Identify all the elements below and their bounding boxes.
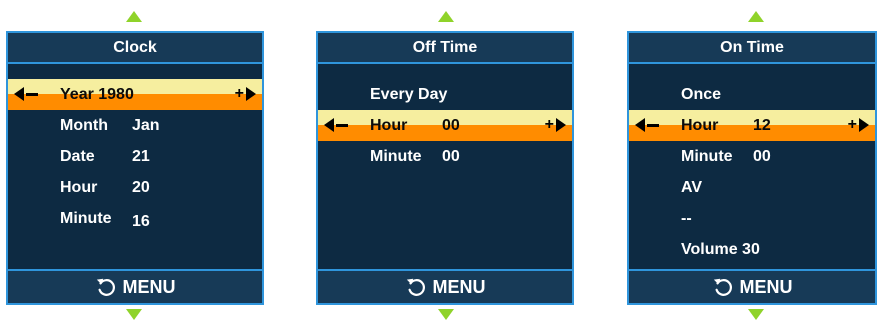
menu-row-label: Every Day xyxy=(370,86,448,103)
panel-title: On Time xyxy=(629,33,875,64)
menu-row-month[interactable]: Month Jan xyxy=(8,110,262,141)
menu-row-volume[interactable]: Volume 30 xyxy=(629,234,875,265)
menu-row-label: Once xyxy=(681,86,722,103)
menu-row-value: 00 xyxy=(442,148,460,165)
nav-up-icon[interactable] xyxy=(748,11,764,22)
minus-icon xyxy=(647,123,659,127)
menu-row-value: 21 xyxy=(132,148,150,165)
menu-row-channel[interactable]: -- xyxy=(629,203,875,234)
plus-icon: + xyxy=(847,116,857,133)
menu-row-label: Hour xyxy=(60,179,98,196)
menu-button[interactable]: MENU xyxy=(318,269,572,303)
decrease-control[interactable] xyxy=(635,118,659,132)
menu-row-hour[interactable]: Hour 00 + xyxy=(318,110,572,141)
menu-row-label: Minute xyxy=(370,148,422,165)
menu-label: MENU xyxy=(122,276,176,297)
menu-button[interactable]: MENU xyxy=(629,269,875,303)
menu-row-hour[interactable]: Hour 20 xyxy=(8,172,262,203)
menu-row-label: Month xyxy=(60,117,108,134)
minus-icon xyxy=(336,123,348,127)
arrow-right-icon xyxy=(859,118,869,132)
menu-row-date[interactable]: Date 21 xyxy=(8,141,262,172)
plus-icon: + xyxy=(544,116,554,133)
decrease-control[interactable] xyxy=(14,87,38,101)
arrow-right-icon xyxy=(246,87,256,101)
increase-control[interactable]: + xyxy=(544,116,566,133)
nav-down-icon[interactable] xyxy=(438,309,454,320)
increase-control[interactable]: + xyxy=(234,85,256,102)
menu-row-every-day[interactable]: Every Day xyxy=(318,79,572,110)
decrease-control[interactable] xyxy=(324,118,348,132)
menu-row-year[interactable]: Year 1980 + xyxy=(8,79,262,110)
return-icon xyxy=(96,278,115,296)
off-time-panel: Off Time Every Day Hour 00 + Minute 00 M… xyxy=(316,31,574,305)
menu-label: MENU xyxy=(432,276,486,297)
nav-up-icon[interactable] xyxy=(438,11,454,22)
menu-row-label: Date xyxy=(60,148,95,165)
return-icon xyxy=(406,278,425,296)
menu-row-value: 00 xyxy=(753,148,771,165)
menu-row-minute[interactable]: Minute 16 xyxy=(8,203,262,234)
clock-panel: Clock Year 1980 + Month Jan Date 21 Hour… xyxy=(6,31,264,305)
menu-row-label: Minute xyxy=(681,148,733,165)
increase-control[interactable]: + xyxy=(847,116,869,133)
menu-row-value: 00 xyxy=(442,117,460,134)
arrow-left-icon xyxy=(324,118,334,132)
menu-row-value: 12 xyxy=(753,117,771,134)
arrow-left-icon xyxy=(14,87,24,101)
menu-button[interactable]: MENU xyxy=(8,269,262,303)
menu-row-value: Jan xyxy=(132,117,160,134)
on-time-panel: On Time Once Hour 12 + Minute 00 AV -- V… xyxy=(627,31,877,305)
arrow-right-icon xyxy=(556,118,566,132)
menu-row-value: 16 xyxy=(132,213,150,230)
menu-row-label: Minute xyxy=(60,210,112,227)
arrow-left-icon xyxy=(635,118,645,132)
nav-down-icon[interactable] xyxy=(126,309,142,320)
plus-icon: + xyxy=(234,85,244,102)
nav-up-icon[interactable] xyxy=(126,11,142,22)
minus-icon xyxy=(26,92,38,96)
menu-row-minute[interactable]: Minute 00 xyxy=(629,141,875,172)
menu-row-label: Hour xyxy=(370,117,408,134)
panel-title: Clock xyxy=(8,33,262,64)
menu-row-av[interactable]: AV xyxy=(629,172,875,203)
menu-label: MENU xyxy=(739,276,793,297)
return-icon xyxy=(713,278,732,296)
menu-row-once[interactable]: Once xyxy=(629,79,875,110)
menu-row-hour[interactable]: Hour 12 + xyxy=(629,110,875,141)
menu-row-label: Volume 30 xyxy=(681,241,760,258)
panel-title: Off Time xyxy=(318,33,572,64)
menu-row-label: AV xyxy=(681,179,703,196)
menu-row-label: -- xyxy=(681,210,692,227)
menu-row-label: Year 1980 xyxy=(60,86,134,103)
menu-row-label: Hour xyxy=(681,117,719,134)
menu-row-value: 20 xyxy=(132,179,150,196)
menu-row-minute[interactable]: Minute 00 xyxy=(318,141,572,172)
nav-down-icon[interactable] xyxy=(748,309,764,320)
